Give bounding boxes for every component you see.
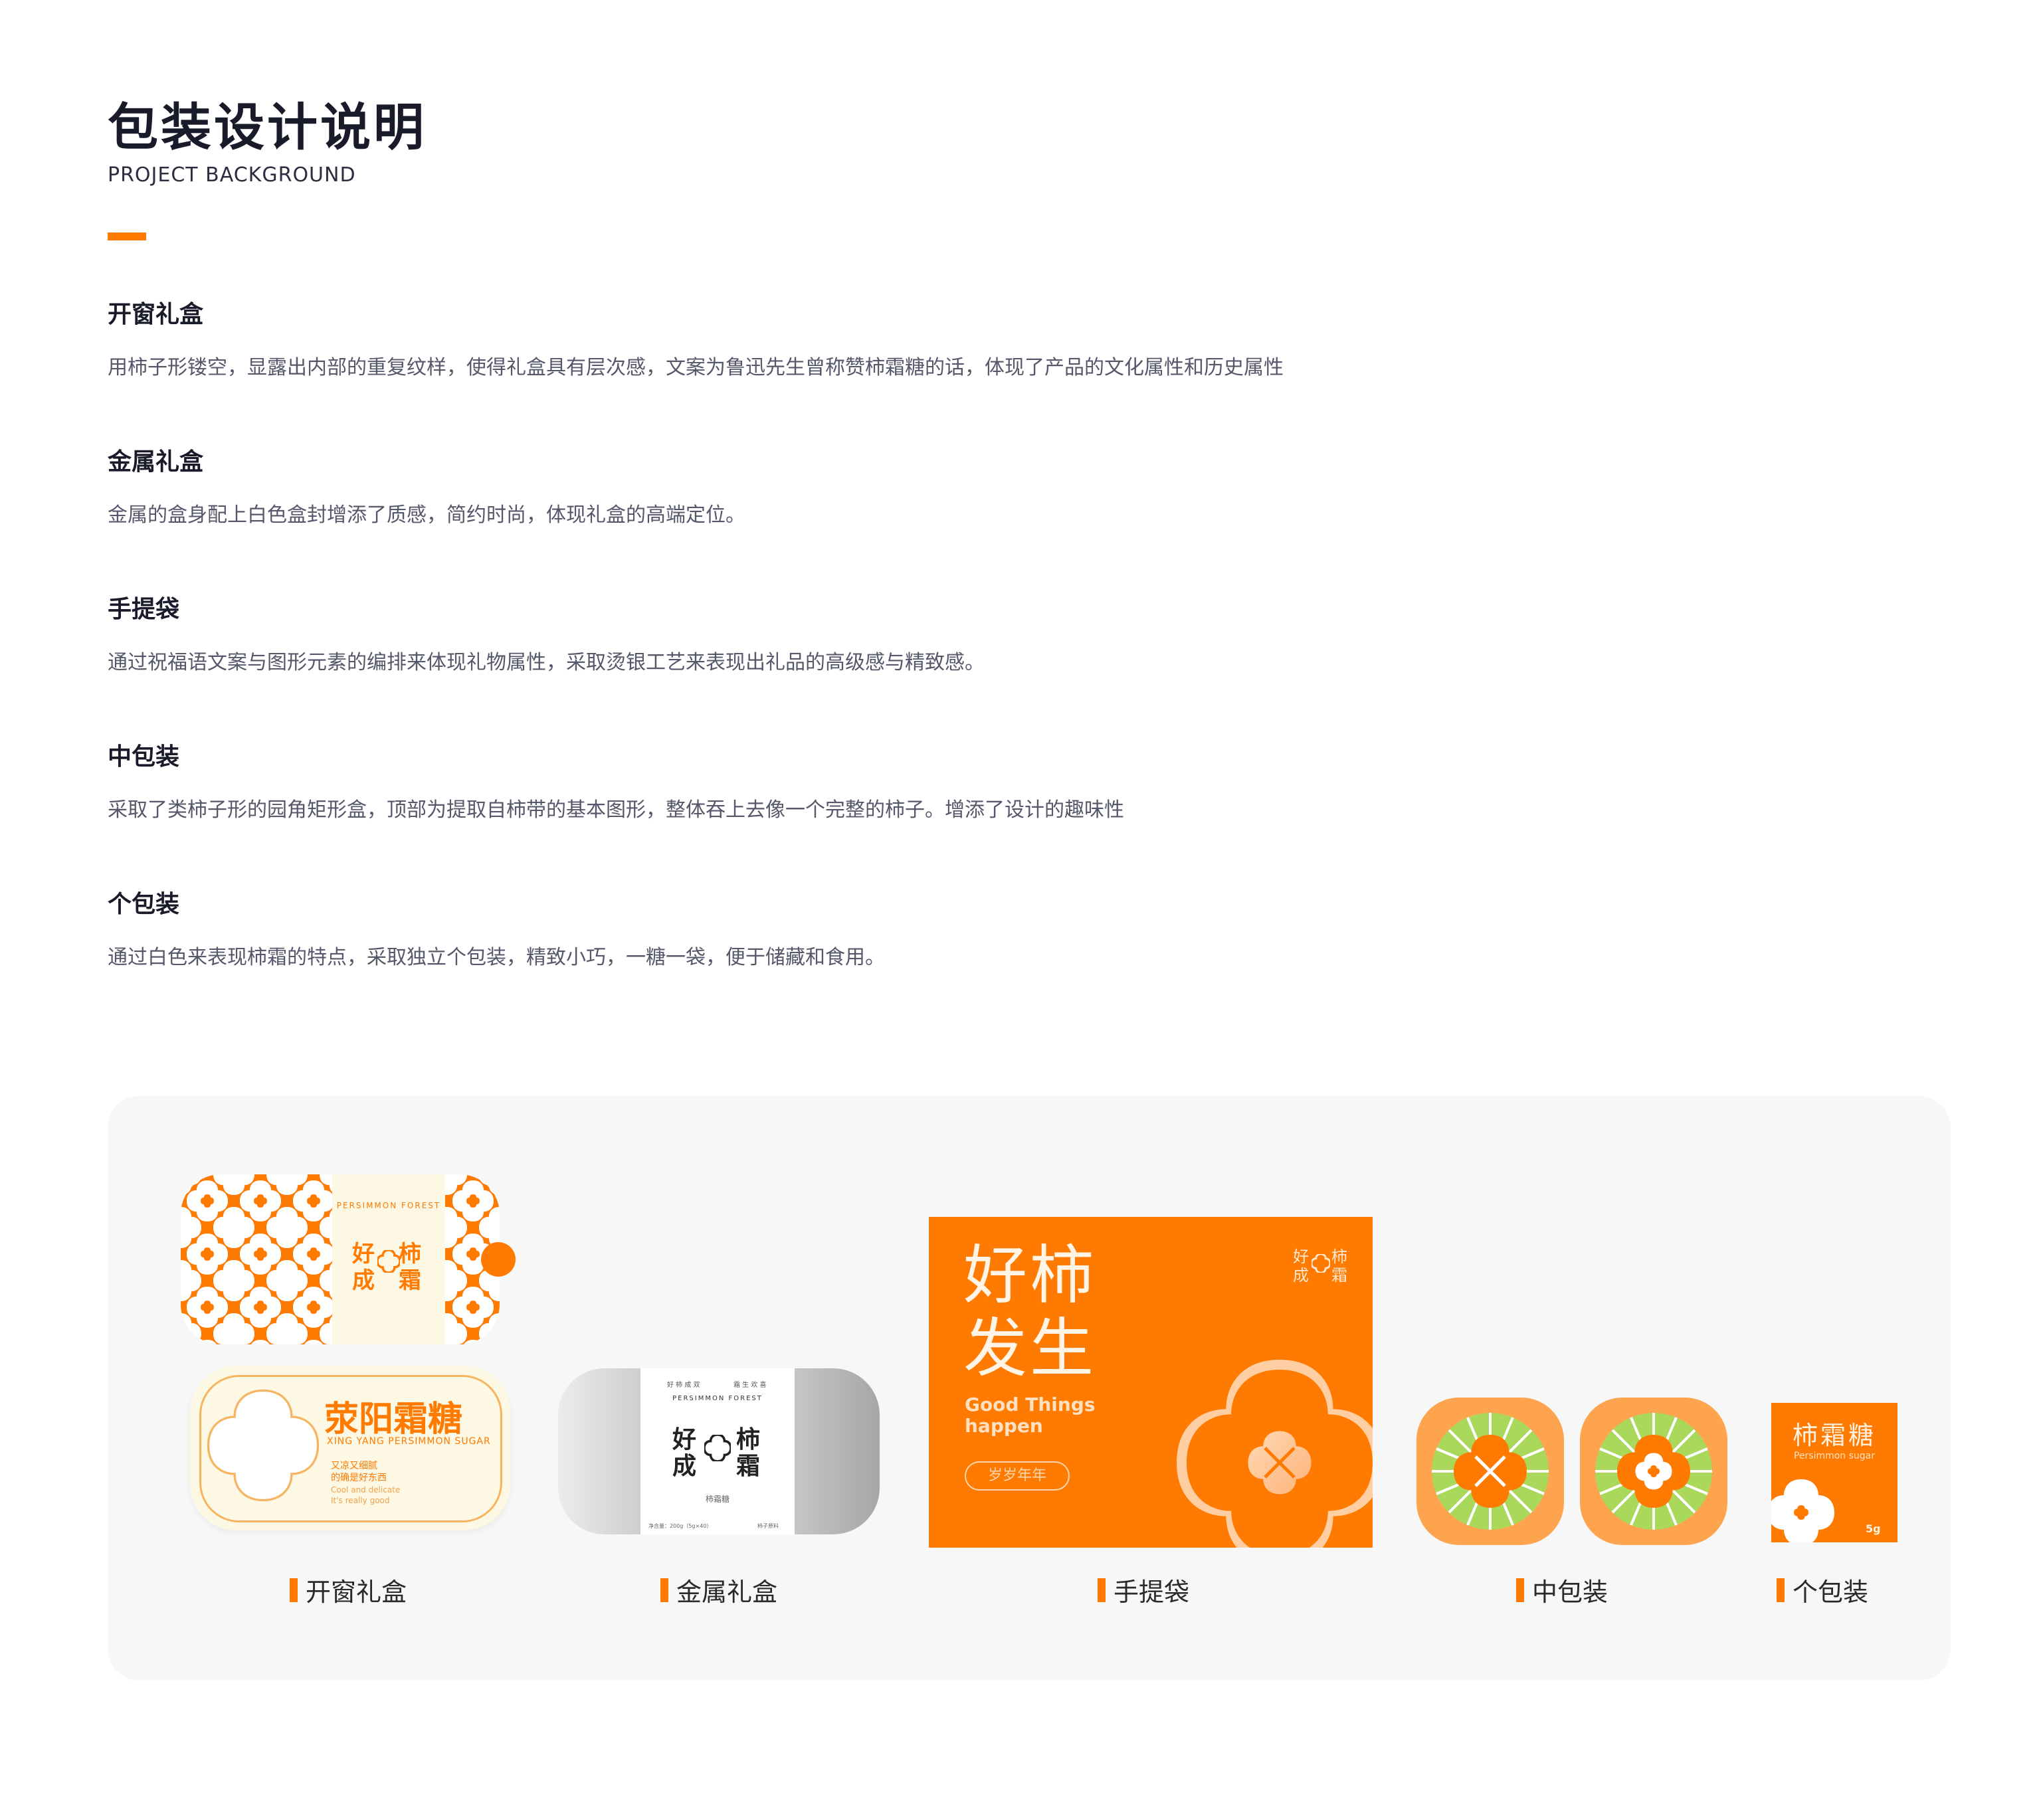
hand-bag: 好柿 发生 Good Things happen 岁岁年年 好 成 柿 霜	[929, 1217, 1373, 1548]
page-subtitle: PROJECT BACKGROUND	[108, 163, 356, 187]
mid-pack-2	[1580, 1398, 1727, 1545]
window-box-quote-1: 又凉又细腻	[331, 1461, 377, 1471]
bag-headline-2: 发生	[963, 1311, 1096, 1386]
section-text-metal-box: 金属的盒身配上白色盒封增添了质感，简约时尚，体现礼盒的高端定位。	[108, 503, 745, 527]
section-heading-bag: 手提袋	[108, 596, 180, 623]
logo-char-4: 霜	[1331, 1266, 1347, 1285]
section-text-bag: 通过祝福语文案与图形元素的编排来体现礼物属性，采取烫银工艺来表现出礼品的高级感与…	[108, 651, 985, 674]
persimmon-calyx-icon	[1432, 1413, 1549, 1530]
flower-icon	[1312, 1254, 1330, 1273]
flower-icon	[377, 1250, 400, 1273]
caption-marker	[1098, 1578, 1106, 1602]
window-box-lid-art	[181, 1174, 516, 1344]
persimmon-window-icon	[207, 1389, 320, 1502]
caption-single-pack: 个包装	[1777, 1572, 1868, 1608]
bag-english-2: happen	[965, 1415, 1043, 1437]
metal-box-logo-top: PERSIMMON FOREST	[672, 1395, 763, 1402]
single-pack-flower-icon	[1771, 1479, 1834, 1542]
section-text-mid-pack: 采取了类柿子形的园角矩形盒，顶部为提取自柿带的基本图形，整体吞上去像一个完整的柿…	[108, 798, 1124, 822]
caption-label: 个包装	[1793, 1578, 1869, 1607]
section-heading-mid-pack: 中包装	[108, 743, 180, 771]
caption-label: 中包装	[1532, 1578, 1608, 1607]
caption-metal-box: 金属礼盒	[660, 1572, 777, 1608]
caption-label: 开窗礼盒	[306, 1578, 407, 1607]
bag-persimmon-graphic	[1177, 1360, 1373, 1548]
mid-pack-1	[1416, 1398, 1564, 1545]
single-pack-name: 柿霜糖	[1792, 1421, 1876, 1450]
bag-english-1: Good Things	[965, 1394, 1096, 1415]
logo-char-2: 成	[672, 1453, 697, 1480]
window-box-quote-en-1: Cool and delicate	[331, 1485, 401, 1495]
section-heading-window-box: 开窗礼盒	[108, 301, 204, 328]
accent-divider	[108, 232, 146, 240]
window-box-quote-2: 的确是好东西	[331, 1473, 387, 1483]
window-box-body: 荥阳霜糖 XING YANG PERSIMMON SUGAR 又凉又细腻 的确是…	[190, 1366, 510, 1530]
caption-label: 金属礼盒	[676, 1578, 778, 1607]
window-box-quote-en-2: It's really good	[331, 1496, 390, 1505]
metal-box-label: 好 柿 成 双 霜 生 欢 喜 PERSIMMON FOREST 好 成 柿 霜…	[640, 1368, 795, 1534]
caption-mid-pack: 中包装	[1516, 1572, 1608, 1608]
caption-label: 手提袋	[1114, 1578, 1190, 1607]
window-box-brand-en: XING YANG PERSIMMON SUGAR	[327, 1436, 491, 1447]
caption-marker	[660, 1578, 668, 1602]
metal-box-top-right: 霜 生 欢 喜	[733, 1382, 767, 1389]
single-pack-name-en: Persimmon sugar	[1793, 1451, 1876, 1461]
persimmon-calyx-icon	[1595, 1413, 1712, 1530]
logo-char-2: 成	[352, 1267, 375, 1294]
window-box-logo-top: PERSIMMON FOREST	[336, 1201, 441, 1210]
metal-box-foot-right: 柿子原料	[757, 1523, 779, 1529]
bag-blessing-pill: 岁岁年年	[965, 1461, 1070, 1491]
single-pack: 柿霜糖 Persimmon sugar 5g	[1771, 1403, 1897, 1542]
metal-box: 好 柿 成 双 霜 生 欢 喜 PERSIMMON FOREST 好 成 柿 霜…	[558, 1368, 880, 1534]
metal-box-product-name: 柿霜糖	[705, 1495, 729, 1504]
bag-logo: 好 成 柿 霜	[1293, 1243, 1353, 1290]
window-box-lid: PERSIMMON FOREST 好 成 柿 霜	[181, 1174, 517, 1344]
logo-char-2: 成	[1293, 1266, 1309, 1285]
section-text-single-pack: 通过白色来表现柿霜的特点，采取独立个包装，精致小巧，一糖一袋，便于储藏和食用。	[108, 946, 885, 969]
page-title: 包装设计说明	[108, 98, 427, 157]
bag-headline-1: 好柿	[963, 1238, 1096, 1313]
caption-marker	[1777, 1578, 1785, 1602]
logo-char-4: 霜	[399, 1267, 421, 1294]
single-pack-weight: 5g	[1866, 1522, 1881, 1535]
caption-marker	[290, 1578, 298, 1602]
metal-box-top-left: 好 柿 成 双	[667, 1382, 700, 1389]
window-box-logo: 好 成 柿 霜	[352, 1235, 425, 1294]
caption-bag: 手提袋	[1098, 1572, 1189, 1608]
logo-char-4: 霜	[736, 1453, 761, 1480]
flower-icon	[704, 1435, 731, 1461]
metal-box-foot-left: 净含量：200g（5g×40）	[648, 1523, 712, 1529]
caption-marker	[1516, 1578, 1524, 1602]
section-heading-single-pack: 个包装	[108, 891, 180, 918]
caption-window-box: 开窗礼盒	[290, 1572, 407, 1608]
window-box-brand: 荥阳霜糖	[324, 1400, 463, 1439]
section-text-window-box: 用柿子形镂空，显露出内部的重复纹样，使得礼盒具有层次感，文案为鲁迅先生曾称赞柿霜…	[108, 356, 1284, 379]
section-heading-metal-box: 金属礼盒	[108, 448, 204, 476]
